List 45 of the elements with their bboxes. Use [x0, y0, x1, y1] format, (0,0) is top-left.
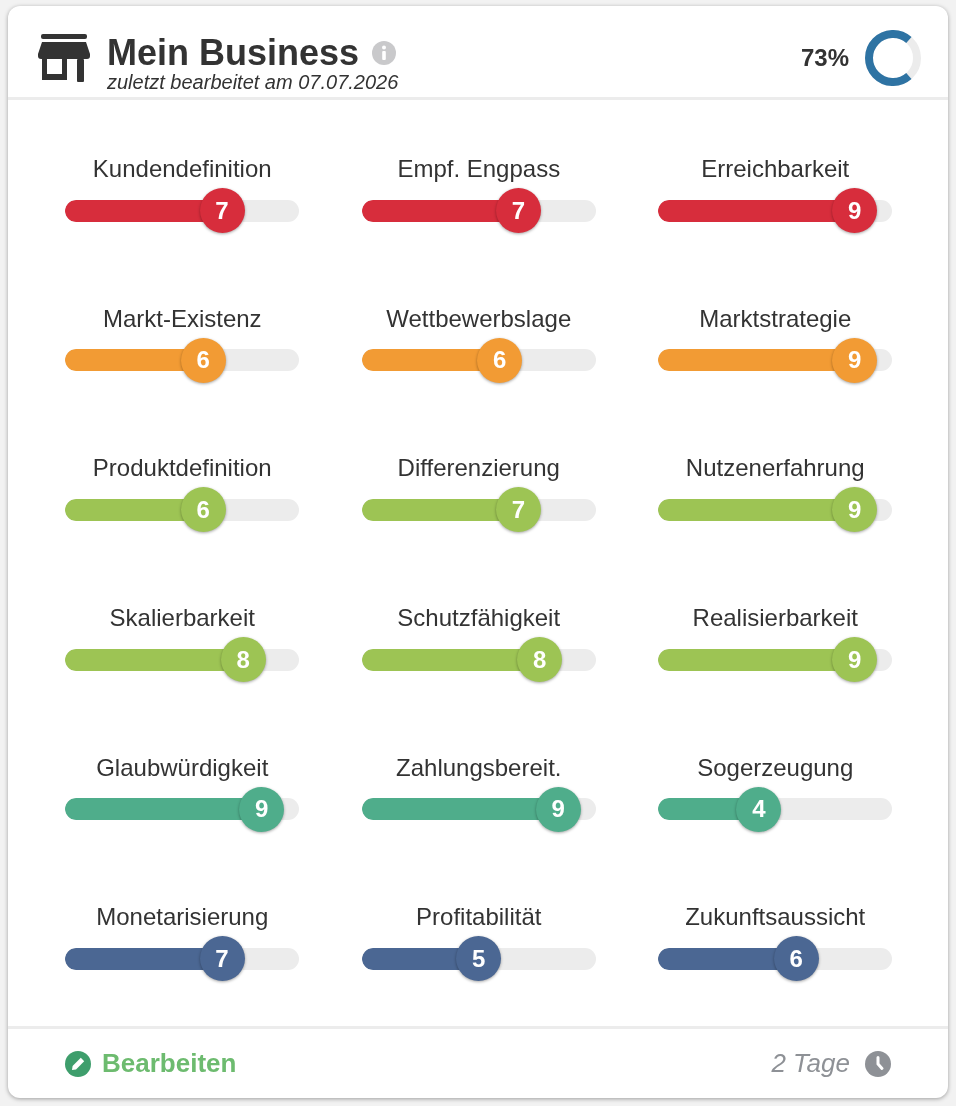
score-badge: 7 — [199, 936, 245, 982]
metric-label: Produktdefinition — [92, 453, 272, 484]
metric-label: Zahlungsbereit. — [396, 752, 562, 783]
info-icon[interactable] — [372, 41, 397, 65]
score-badge: 9 — [832, 337, 878, 383]
store-icon — [38, 34, 90, 82]
card-title: Mein Business — [107, 33, 360, 73]
score-badge: 7 — [496, 487, 541, 533]
score-badge: 9 — [239, 786, 285, 832]
score-badge: 6 — [180, 487, 226, 533]
metric-label: Realisierbarkeit — [692, 603, 858, 634]
score-badge: 8 — [517, 637, 563, 683]
metric-label: Nutzenerfahrung — [685, 453, 865, 484]
metric-label: Schutzfähigkeit — [397, 603, 561, 634]
score-badge: 6 — [180, 337, 226, 383]
score-badge: 7 — [199, 188, 245, 233]
score-badge: 7 — [496, 188, 541, 233]
pencil-icon — [65, 1050, 91, 1077]
metric-label: Differenzierung — [397, 453, 560, 484]
last-edited-text: zuletzt bearbeitet am 07.07.2026 — [107, 71, 399, 93]
score-badge: 4 — [736, 786, 782, 832]
score-badge: 9 — [832, 188, 878, 233]
metric-label: Erreichbarkeit — [701, 154, 850, 184]
edit-button[interactable]: Bearbeiten — [65, 1048, 237, 1080]
metric-label: Monetarisierung — [96, 902, 269, 933]
metric-label: Profitabilität — [416, 902, 542, 933]
metric-label: Zukunftsaussicht — [685, 902, 866, 933]
completion-percent: 73% — [800, 44, 849, 72]
metric-label: Sogerzeugung — [697, 752, 854, 783]
score-badge: 5 — [456, 936, 502, 982]
metric-label: Empf. Engpass — [397, 154, 561, 184]
metric-label: Skalierbarkeit — [109, 603, 255, 634]
score-badge: 8 — [220, 637, 266, 683]
metric-label: Marktstrategie — [699, 303, 852, 334]
score-badge: 9 — [535, 786, 581, 832]
metric-label: Markt-Existenz — [102, 303, 262, 334]
time-ago-text: 2 Tage — [771, 1048, 850, 1080]
score-badge: 6 — [477, 337, 523, 383]
score-badge: 6 — [773, 936, 819, 982]
clock-icon — [865, 1050, 891, 1077]
metric-label: Wettbewerbslage — [386, 303, 572, 334]
metric-label: Glaubwürdigkeit — [96, 752, 269, 783]
score-badge: 9 — [832, 487, 878, 533]
score-badge: 9 — [832, 637, 878, 683]
metric-label: Kundendefinition — [92, 154, 272, 184]
